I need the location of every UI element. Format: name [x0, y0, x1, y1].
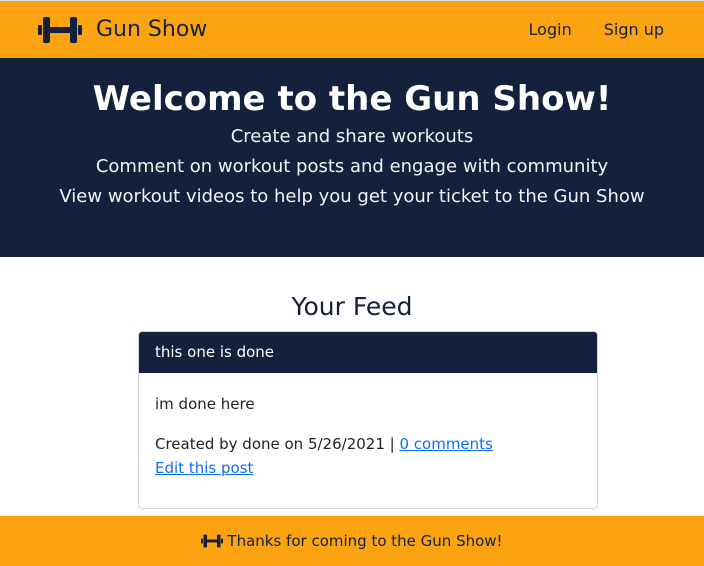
- post-meta-text: Created by done on 5/26/2021 |: [155, 435, 395, 453]
- dumbbell-icon: [201, 534, 224, 548]
- post-body: im done here Created by done on 5/26/202…: [139, 373, 597, 480]
- navbar: Gun Show Login Sign up: [0, 0, 704, 58]
- post-meta: Created by done on 5/26/2021 | 0 comment…: [155, 432, 581, 480]
- dumbbell-icon: [38, 17, 82, 43]
- post-content: im done here: [155, 395, 255, 413]
- brand-link[interactable]: Gun Show: [38, 14, 207, 46]
- login-link[interactable]: Login: [529, 19, 572, 41]
- hero-line: View workout videos to help you get your…: [59, 186, 645, 207]
- post-card: this one is done im done here Created by…: [138, 331, 598, 509]
- hero-line: Comment on workout posts and engage with…: [95, 156, 609, 177]
- feed-title: Your Feed: [291, 292, 413, 321]
- hero-title: Welcome to the Gun Show!: [92, 79, 612, 119]
- post-title: this one is done: [139, 332, 597, 373]
- brand-name[interactable]: Gun Show: [96, 14, 207, 46]
- footer-text: Thanks for coming to the Gun Show!: [227, 532, 503, 550]
- signup-link[interactable]: Sign up: [604, 19, 664, 41]
- hero-line: Create and share workouts: [230, 126, 474, 147]
- nav-links: Login Sign up: [497, 19, 664, 41]
- edit-post-link[interactable]: Edit this post: [155, 459, 253, 477]
- footer: Thanks for coming to the Gun Show!: [0, 516, 704, 566]
- hero-lines: Create and share workouts Comment on wor…: [0, 122, 704, 212]
- hero-banner: Welcome to the Gun Show! Create and shar…: [0, 58, 704, 257]
- comments-link[interactable]: 0 comments: [399, 435, 492, 453]
